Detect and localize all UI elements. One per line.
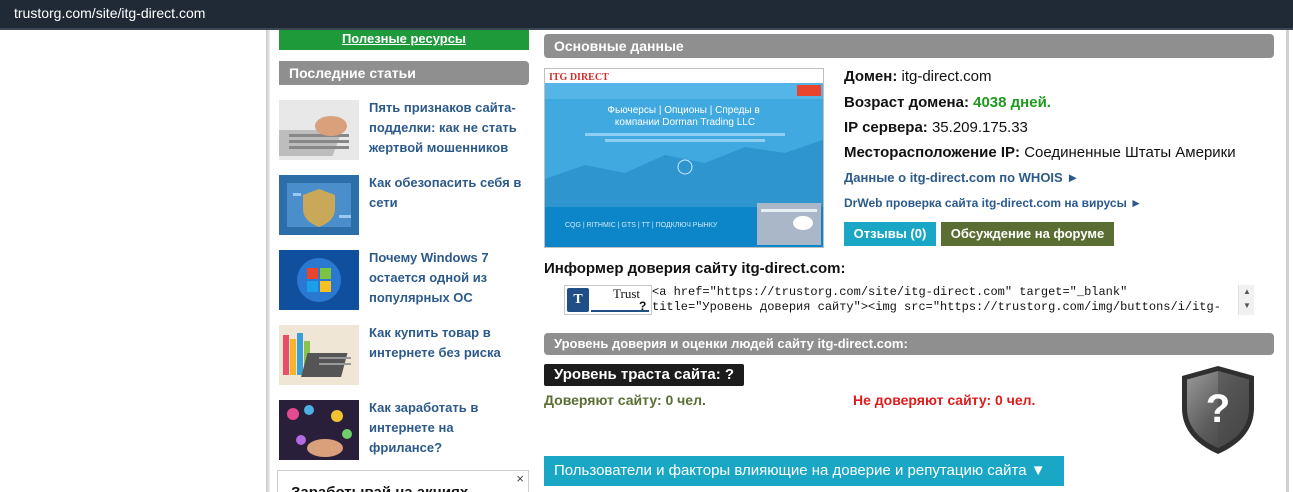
trust-section-heading: Уровень доверия и оценки людей сайту itg… [544, 333, 1274, 355]
article-thumbnail[interactable] [279, 400, 359, 460]
article-item[interactable]: Пять признаков сайта-подделки: как не ст… [279, 100, 529, 162]
reviews-button[interactable]: Отзывы (0) [844, 222, 936, 246]
useful-resources-button[interactable]: Полезные ресурсы [279, 30, 529, 50]
url-text[interactable]: trustorg.com/site/itg-direct.com [14, 5, 205, 21]
forum-button[interactable]: Обсуждение на форуме [941, 222, 1114, 246]
article-item[interactable]: Почему Windows 7 остается одной из попул… [279, 250, 529, 312]
main-data-heading: Основные данные [544, 34, 1274, 58]
trust-no-count: Не доверяют сайту: 0 чел. [853, 392, 1036, 408]
domain-age-info: Возраст домена: 4038 дней. [844, 94, 1051, 111]
close-icon[interactable]: × [516, 471, 524, 486]
domain-info: Домен: itg-direct.com [844, 68, 992, 85]
server-ip-info: IP сервера: 35.209.175.33 [844, 119, 1028, 136]
code-scrollbar[interactable]: ▲ ▼ [1238, 285, 1254, 315]
article-title[interactable]: Почему Windows 7 остается одной из попул… [369, 248, 529, 308]
trust-logo-icon: T [567, 288, 589, 312]
ip-location-info: Месторасположение IP: Соединенные Штаты … [844, 144, 1236, 161]
page-left-border [266, 30, 270, 492]
trust-yes-count: Доверяют сайту: 0 чел. [544, 392, 706, 408]
users-factors-button[interactable]: Пользователи и факторы влияющие на довер… [544, 456, 1064, 486]
article-thumbnail[interactable] [279, 325, 359, 385]
trust-shield-icon: ? [1182, 366, 1254, 454]
article-thumbnail[interactable] [279, 250, 359, 310]
whois-link[interactable]: Данные о itg-direct.com по WHOIS ► [844, 170, 1079, 185]
scroll-up-icon[interactable]: ▲ [1243, 287, 1251, 296]
article-title[interactable]: Пять признаков сайта-подделки: как не ст… [369, 98, 529, 158]
article-title[interactable]: Как заработать в интернете на фрилансе? [369, 398, 529, 458]
drweb-link[interactable]: DrWeb проверка сайта itg-direct.com на в… [844, 196, 1142, 210]
scroll-down-icon[interactable]: ▼ [1243, 301, 1251, 310]
page-right-border [1286, 30, 1289, 492]
article-title[interactable]: Как купить товар в интернете без риска [369, 323, 529, 363]
article-item[interactable]: Как обезопасить себя в сети [279, 175, 529, 237]
screenshot-headline: Фьючерсы | Опционы | Спреды в компании D… [607, 105, 762, 128]
article-thumbnail[interactable] [279, 175, 359, 235]
domain-age-label: Возраст домена: [844, 94, 969, 111]
domain-label: Домен: [844, 68, 898, 85]
informer-title: Информер доверия сайту itg-direct.com: [544, 260, 846, 277]
server-ip-value: 35.209.175.33 [931, 119, 1028, 136]
code-line: title="Уровень доверия сайту"><img src="… [652, 300, 1221, 314]
article-item[interactable]: Как купить товар в интернете без риска [279, 325, 529, 387]
site-screenshot: ITG DIRECT Фьючерсы | Опционы | Спреды в… [544, 68, 824, 248]
shield-mark: ? [1206, 387, 1230, 431]
informer-code-textarea[interactable]: <a href="https://trustorg.com/site/itg-d… [652, 285, 1256, 315]
recent-articles-heading: Последние статьи [279, 61, 529, 85]
ip-location-label: Месторасположение IP: [844, 144, 1021, 161]
domain-age-value: 4038 дней. [973, 94, 1051, 111]
domain-value: itg-direct.com [901, 68, 992, 85]
trust-level-badge: Уровень траста сайта: ? [544, 364, 745, 386]
article-title[interactable]: Как обезопасить себя в сети [369, 173, 529, 213]
screenshot-footer-links: CQG | RITHMIC | GTS | TT | ПОДКЛЮЧ РЫНКУ [565, 222, 718, 229]
server-ip-label: IP сервера: [844, 119, 928, 136]
badge-underline [591, 310, 649, 312]
badge-text: Trust [613, 286, 640, 301]
article-thumbnail[interactable] [279, 100, 359, 160]
article-item[interactable]: Как заработать в интернете на фрилансе? [279, 400, 529, 462]
ip-location-value: Соединенные Штаты Америки [1024, 144, 1236, 161]
ad-banner[interactable]: Заработывай на акциях × [277, 470, 529, 492]
site-screenshot-image: ITG DIRECT Фьючерсы | Опционы | Спреды в… [545, 69, 823, 247]
ad-text[interactable]: Заработывай на акциях [291, 484, 468, 492]
code-line: <a href="https://trustorg.com/site/itg-d… [652, 285, 1128, 299]
trust-informer-badge[interactable]: T Trust ? [564, 285, 652, 315]
screenshot-logo: ITG DIRECT [549, 72, 609, 83]
address-bar[interactable]: trustorg.com/site/itg-direct.com [0, 0, 1293, 30]
